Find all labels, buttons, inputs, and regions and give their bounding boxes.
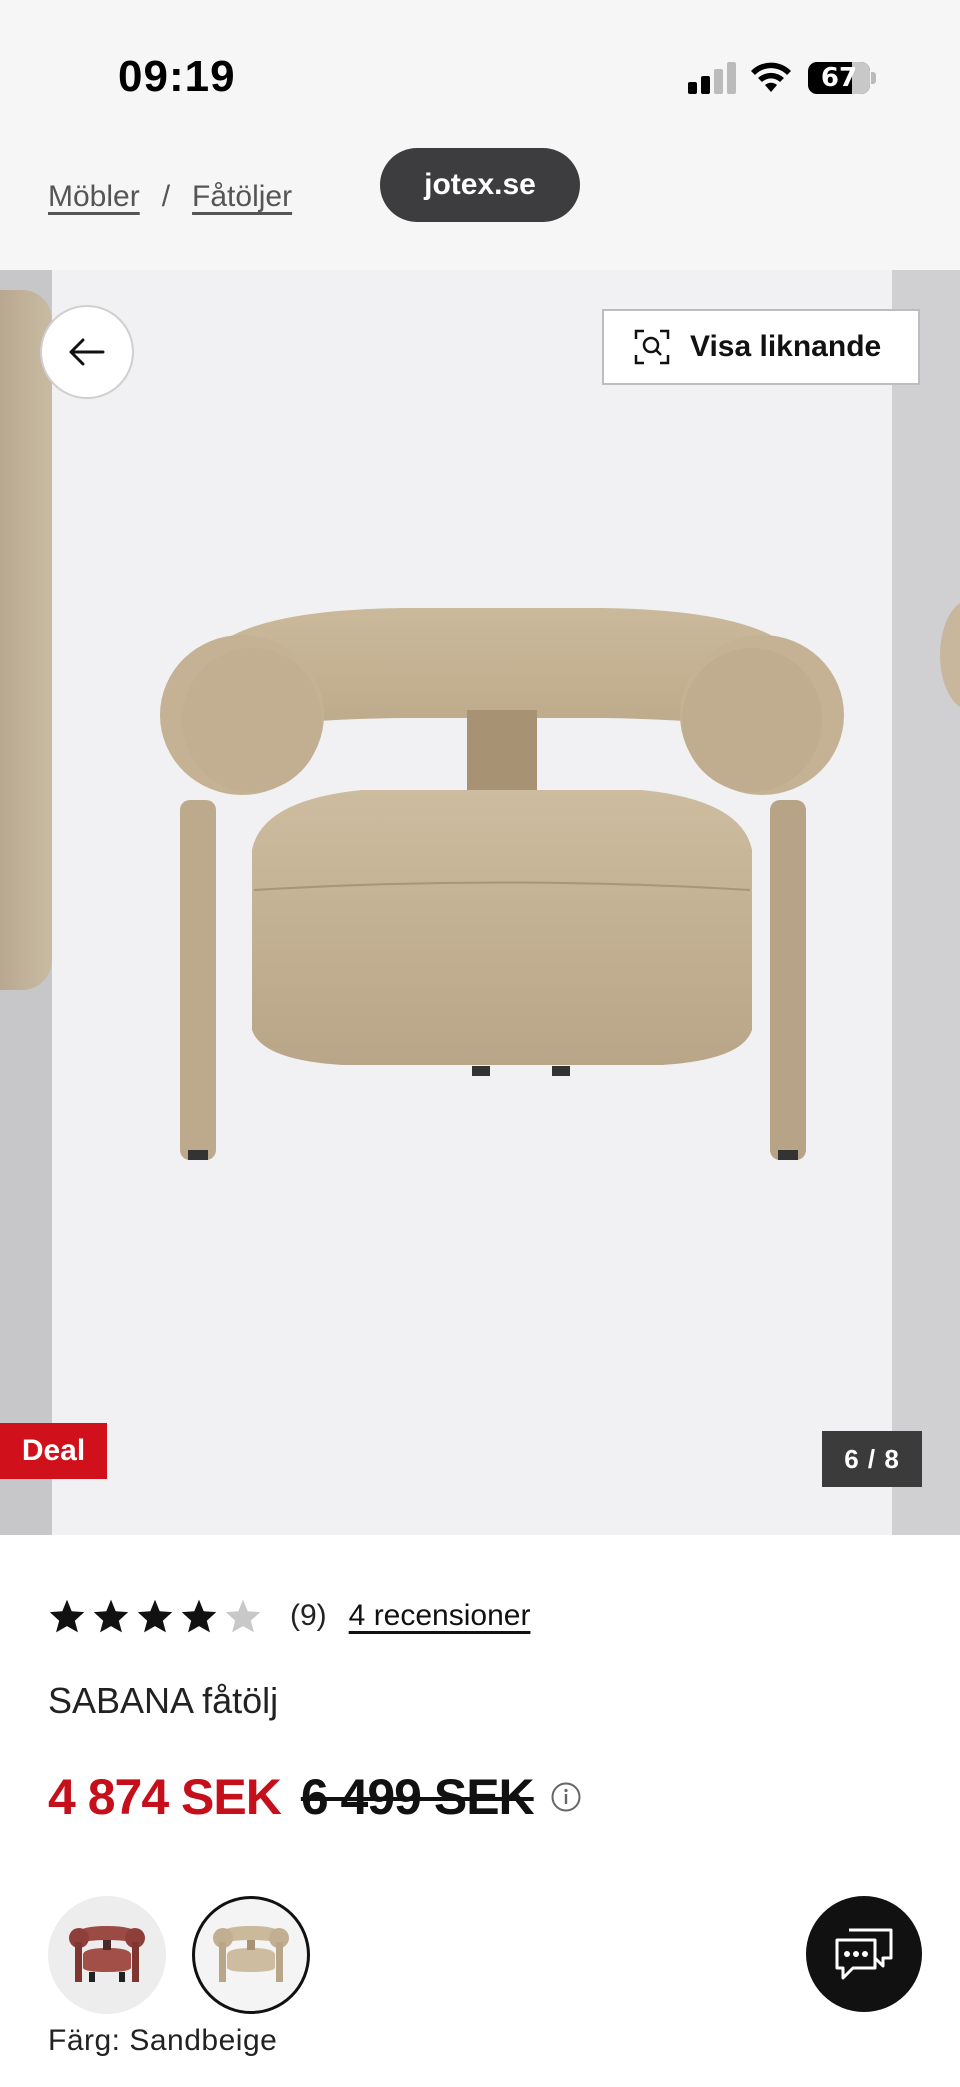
cellular-signal-icon	[688, 62, 736, 94]
next-slide-peek[interactable]	[892, 270, 960, 1535]
back-button[interactable]	[40, 305, 134, 399]
battery-level: 67	[820, 63, 858, 93]
breadcrumb: Möbler / Fåtöljer	[48, 180, 292, 214]
chat-bubble-icon	[835, 1928, 893, 1980]
info-icon[interactable]	[550, 1781, 582, 1813]
status-bar: 09:19 67	[0, 0, 960, 150]
rating-row: (9) 4 recensioner	[48, 1598, 530, 1634]
rating-count: (9)	[290, 1599, 327, 1632]
armchair-thumbnail	[69, 1926, 145, 1982]
selected-color-label: Färg: Sandbeige	[48, 2024, 278, 2057]
breadcrumb-link-fatoljer[interactable]: Fåtöljer	[192, 180, 292, 214]
deal-badge: Deal	[0, 1423, 107, 1479]
breadcrumb-link-mobler[interactable]: Möbler	[48, 180, 140, 214]
breadcrumb-separator: /	[161, 180, 171, 213]
product-image	[52, 270, 892, 1535]
arrow-left-icon	[69, 338, 105, 366]
visual-search-icon	[634, 329, 670, 365]
price-row: 4 874 SEK 6 499 SEK	[48, 1768, 582, 1826]
star-empty-icon	[225, 1599, 261, 1633]
reviews-link[interactable]: 4 recensioner	[349, 1599, 531, 1633]
product-image-gallery[interactable]: Visa liknande Deal 6 / 8	[0, 270, 960, 1535]
battery-icon: 67	[808, 62, 876, 94]
original-price: 6 499 SEK	[300, 1769, 535, 1825]
previous-slide-peek[interactable]	[0, 270, 52, 1535]
show-similar-label: Visa liknande	[690, 330, 882, 363]
status-time: 09:19	[118, 52, 236, 101]
wifi-icon	[751, 62, 791, 92]
swatch-sandbeige[interactable]	[192, 1896, 310, 2014]
armchair-thumbnail	[213, 1926, 289, 1982]
color-swatches	[48, 1896, 336, 2014]
star-filled-icon	[181, 1599, 217, 1633]
star-filled-icon	[49, 1599, 85, 1633]
star-filled-icon	[93, 1599, 129, 1633]
swatch-red[interactable]	[48, 1896, 166, 2014]
star-filled-icon	[137, 1599, 173, 1633]
browser-domain-pill[interactable]: jotex.se	[380, 148, 580, 222]
image-counter: 6 / 8	[822, 1431, 922, 1487]
product-title: SABANA fåtölj	[48, 1680, 279, 1721]
armchair-image	[160, 608, 844, 1160]
show-similar-button[interactable]: Visa liknande	[602, 309, 920, 385]
chat-button[interactable]	[806, 1896, 922, 2012]
current-price: 4 874 SEK	[48, 1769, 282, 1825]
rating-stars	[48, 1598, 268, 1634]
